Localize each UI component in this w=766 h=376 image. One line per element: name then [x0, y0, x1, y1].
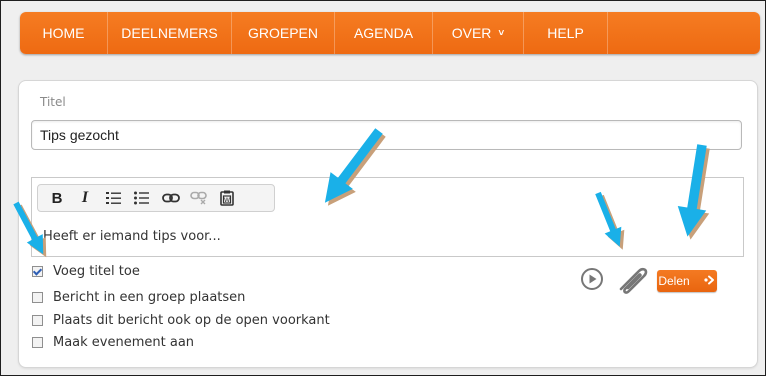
nav-help[interactable]: HELP: [524, 12, 608, 54]
share-arrow-icon: [704, 274, 716, 288]
svg-text:W: W: [224, 197, 230, 204]
nav-over[interactable]: OVER ˅: [433, 12, 524, 54]
open-frontpage-label: Plaats dit bericht ook op de open voorka…: [53, 313, 330, 328]
option-create-event[interactable]: Maak evenement aan: [32, 335, 194, 350]
nav-agenda[interactable]: AGENDA: [335, 12, 433, 54]
numbered-list-icon[interactable]: [104, 187, 124, 209]
option-post-in-group[interactable]: Bericht in een groep plaatsen: [32, 290, 245, 305]
post-in-group-label: Bericht in een groep plaatsen: [53, 290, 246, 305]
add-title-label: Voeg titel toe: [53, 264, 140, 279]
nav-deelnemers[interactable]: DEELNEMERS: [108, 12, 232, 54]
add-title-checkbox[interactable]: [32, 266, 43, 277]
share-label: Delen: [658, 274, 690, 288]
paste-word-icon[interactable]: W: [216, 187, 238, 209]
link-icon[interactable]: [160, 187, 182, 209]
option-open-frontpage[interactable]: Plaats dit bericht ook op de open voorka…: [32, 313, 330, 328]
create-event-checkbox[interactable]: [32, 337, 43, 348]
title-label: Titel: [40, 95, 66, 109]
play-circle-icon[interactable]: [580, 267, 604, 295]
create-event-label: Maak evenement aan: [53, 335, 195, 350]
main-nav: HOME DEELNEMERS GROEPEN AGENDA OVER ˅ HE…: [20, 12, 760, 54]
editor-content: Heeft er iemand tips voor...: [43, 229, 221, 244]
chevron-down-icon: ˅: [498, 27, 505, 39]
nav-over-label: OVER: [451, 25, 492, 41]
editor-toolbar: B I W: [37, 184, 275, 212]
post-in-group-checkbox[interactable]: [32, 292, 43, 303]
title-input[interactable]: Tips gezocht: [31, 120, 742, 150]
bold-icon[interactable]: B: [48, 187, 66, 209]
bullet-list-icon[interactable]: [132, 187, 152, 209]
italic-icon[interactable]: I: [76, 187, 94, 209]
nav-home[interactable]: HOME: [20, 12, 108, 54]
paperclip-icon[interactable]: [615, 263, 651, 299]
open-frontpage-checkbox[interactable]: [32, 315, 43, 326]
option-add-title[interactable]: Voeg titel toe: [32, 264, 140, 279]
share-button[interactable]: Delen: [657, 270, 717, 292]
nav-groepen[interactable]: GROEPEN: [232, 12, 335, 54]
unlink-icon[interactable]: [188, 187, 210, 209]
